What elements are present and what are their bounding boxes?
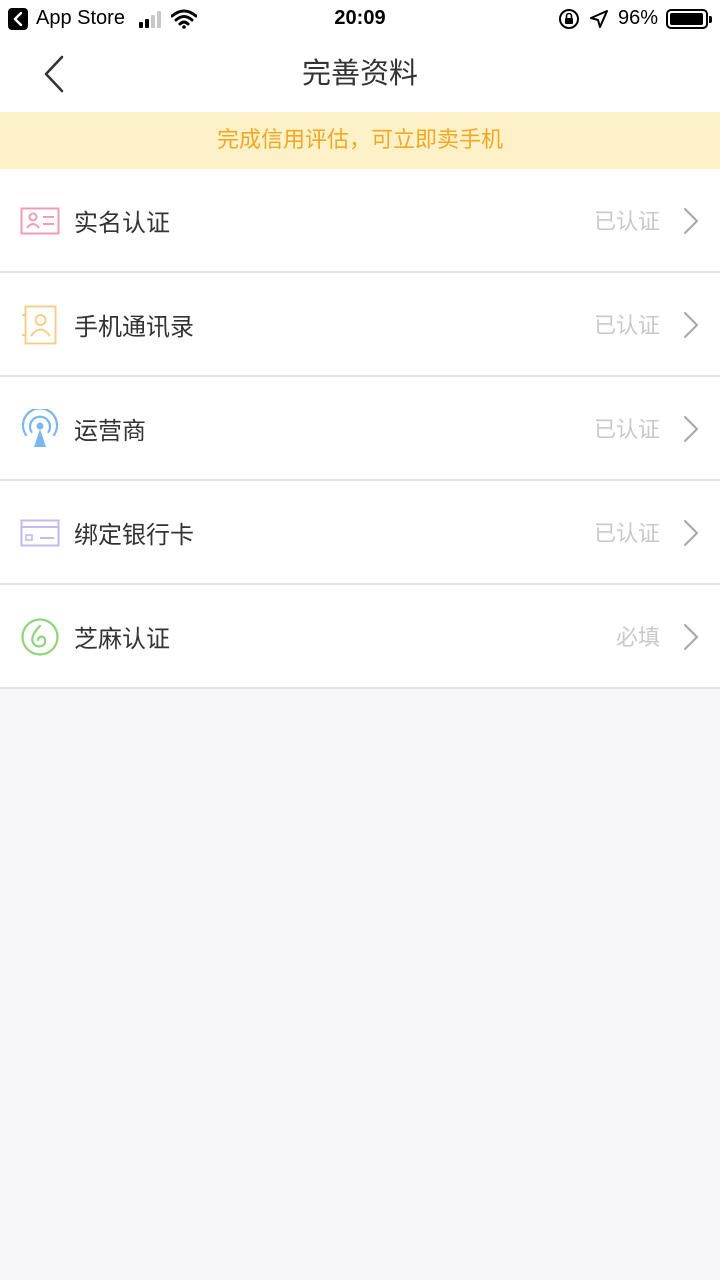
verification-list: 实名认证 已认证 手机通讯录 已认证 运营商 已认证 绑定银行卡 已认证 芝麻认… [0,169,720,689]
status-text: 已认证 [593,314,660,339]
status-bar: App Store 20:09 96% [0,0,720,40]
list-item-sesame[interactable]: 芝麻认证 必填 [0,585,720,689]
location-arrow-icon [589,9,608,28]
sesame-icon [21,618,59,656]
status-bar-right: 96% [558,7,712,30]
rotation-lock-icon [558,8,579,29]
chevron-right-icon [683,415,699,443]
list-item-real-name[interactable]: 实名认证 已认证 [0,169,720,273]
notice-banner: 完成信用评估，可立即卖手机 [0,112,720,169]
contacts-book-icon [22,305,57,345]
list-item-carrier[interactable]: 运营商 已认证 [0,377,720,481]
signal-tower-icon [21,409,59,447]
bank-card-icon [20,519,60,547]
list-item-label: 芝麻认证 [74,624,170,653]
battery-icon [666,8,712,29]
list-item-label: 绑定银行卡 [74,520,194,549]
chevron-right-icon [683,207,699,235]
chevron-right-icon [683,311,699,339]
page-title: 完善资料 [301,56,418,90]
nav-bar: 完善资料 [0,40,720,112]
chevron-right-icon [683,519,699,547]
battery-percent: 96% [617,7,658,29]
status-text: 已认证 [593,210,660,235]
status-text: 必填 [615,626,660,651]
list-item-label: 手机通讯录 [74,312,194,341]
list-item-label: 实名认证 [74,208,170,237]
battery-fill [670,12,703,25]
status-text: 已认证 [593,522,660,547]
id-card-icon [20,207,60,235]
list-item-label: 运营商 [74,416,146,445]
list-item-contacts[interactable]: 手机通讯录 已认证 [0,273,720,377]
list-item-bank-card[interactable]: 绑定银行卡 已认证 [0,481,720,585]
chevron-right-icon [683,623,699,651]
status-text: 已认证 [593,418,660,443]
